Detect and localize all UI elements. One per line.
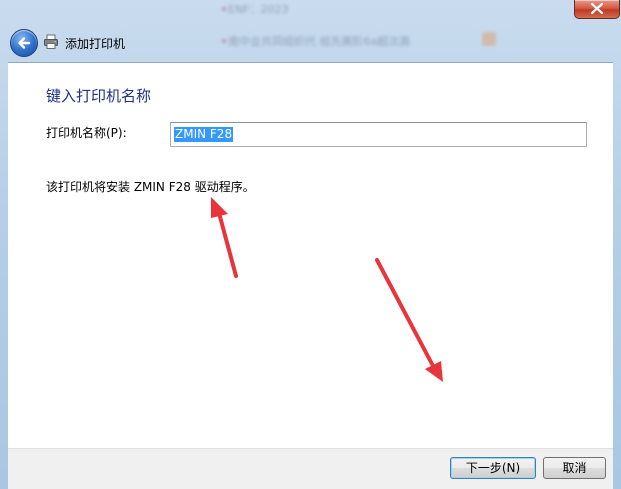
printer-icon xyxy=(44,34,58,49)
close-button[interactable] xyxy=(574,0,620,19)
blurred-text-line: ENF：2023 xyxy=(228,3,289,16)
window-title: 添加打印机 xyxy=(65,37,126,51)
printer-name-input[interactable]: ZMIN F28 xyxy=(170,122,587,147)
printer-name-value: ZMIN F28 xyxy=(174,127,234,142)
bullet-dot-icon xyxy=(222,39,226,43)
back-button[interactable] xyxy=(10,29,38,57)
wizard-footer: 下一步(N) 取消 xyxy=(8,448,613,489)
back-arrow-icon xyxy=(18,37,31,49)
background-window-blur: ENF：2023 南中业共同组织代 组先赛阶6a超次高 xyxy=(200,0,520,58)
driver-info-text: 该打印机将安装 ZMIN F28 驱动程序。 xyxy=(46,180,255,194)
thumbnail-icon xyxy=(482,32,496,46)
cancel-button[interactable]: 取消 xyxy=(543,457,606,479)
next-button[interactable]: 下一步(N) xyxy=(450,457,536,479)
printer-name-label: 打印机名称(P): xyxy=(46,126,127,140)
wizard-content-panel: 键入打印机名称 打印机名称(P): ZMIN F28 该打印机将安装 ZMIN … xyxy=(8,62,613,449)
window-frame: ENF：2023 南中业共同组织代 组先赛阶6a超次高 添加打印机 键入打印机名… xyxy=(0,0,621,489)
close-icon xyxy=(591,3,603,14)
bullet-dot-icon xyxy=(222,7,226,11)
blurred-text-line: 南中业共同组织代 组先赛阶6a超次高 xyxy=(228,35,411,48)
page-heading: 键入打印机名称 xyxy=(46,87,152,105)
